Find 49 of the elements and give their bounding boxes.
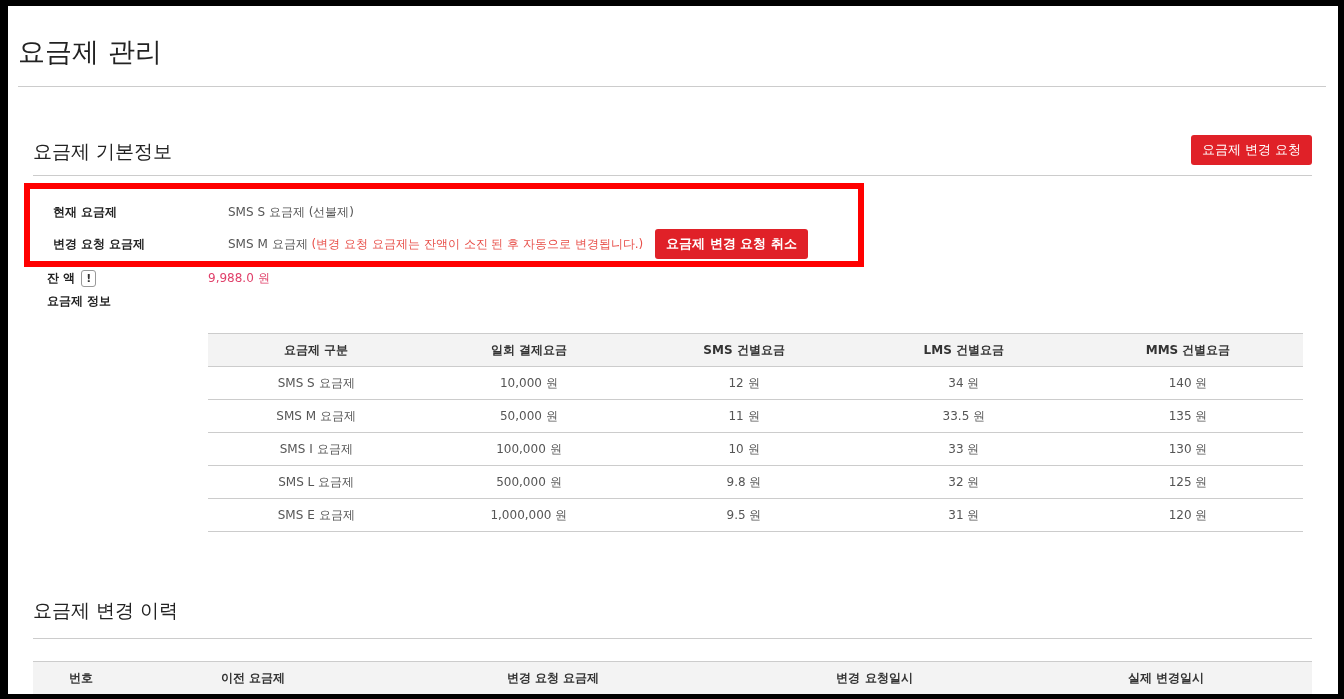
table-cell: SMS M 요금제 [208,399,425,433]
section-heading: 요금제 기본정보 [33,139,173,164]
table-cell: 31 원 [854,498,1074,532]
column-header: LMS 건별요금 [854,333,1074,367]
table-cell: 500,000 원 [424,465,634,499]
table-cell: 11 원 [633,399,855,433]
column-header: 번호 [33,661,130,694]
table-cell: 32 원 [854,465,1074,499]
table-cell: 9.5 원 [633,498,855,532]
column-header: SMS 건별요금 [633,333,855,367]
page-title: 요금제 관리 [18,6,1326,87]
column-header: 변경 요청 요금제 [376,661,729,694]
table-cell: 10,000 원 [424,366,634,400]
table-cell: 1,000,000 원 [424,498,634,532]
change-request-button[interactable]: 요금제 변경 요청 [1190,135,1312,165]
column-header: 요금제 구분 [208,333,425,367]
table-cell: 9.8 원 [633,465,855,499]
table-cell: 120 원 [1073,498,1303,532]
table-cell: 33.5 원 [854,399,1074,433]
notice-text: (변경 요청 요금제는 잔액이 소진 된 후 자동으로 변경됩니다.) [311,235,644,253]
table-cell: 125 원 [1073,465,1303,499]
field-label: 잔 액 [47,269,76,287]
table-cell: 12 원 [633,366,855,400]
field-label: 현재 요금제 [52,203,119,221]
field-label: 변경 요청 요금제 [52,235,147,253]
column-header: MMS 건별요금 [1073,333,1303,367]
balance-value: 9,988.0 원 [208,269,270,287]
table-cell: 130 원 [1073,432,1303,466]
cancel-request-button[interactable]: 요금제 변경 요청 취소 [655,229,808,259]
table-cell: SMS S 요금제 [208,366,425,400]
column-header: 일회 결제요금 [424,333,634,367]
table-cell: SMS L 요금제 [208,465,425,499]
field-value: SMS S 요금제 (선불제) [228,203,354,221]
table-cell: 100,000 원 [424,432,634,466]
table-cell: 33 원 [854,432,1074,466]
info-icon[interactable]: ! [81,269,97,287]
column-header: 이전 요금제 [129,661,377,694]
table-cell: SMS E 요금제 [208,498,425,532]
column-header: 실제 변경일시 [1020,661,1312,694]
field-value: SMS M 요금제 [228,235,308,253]
table-cell: 135 원 [1073,399,1303,433]
table-cell: 10 원 [633,432,855,466]
table-cell: 140 원 [1073,366,1303,400]
field-label: 요금제 정보 [46,293,113,310]
table-cell: SMS I 요금제 [208,432,425,466]
table-cell: 50,000 원 [424,399,634,433]
table-cell: 34 원 [854,366,1074,400]
column-header: 변경 요청일시 [728,661,1021,694]
section-heading: 요금제 변경 이력 [33,598,179,623]
